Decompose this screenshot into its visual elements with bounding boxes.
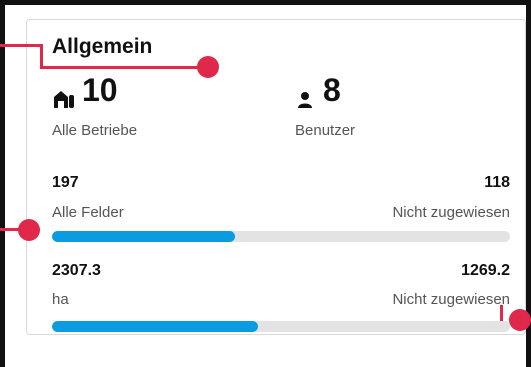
farms-count: 10 [82,72,118,108]
area-unassigned: 1269.2 [461,262,510,279]
users-label: Benutzer [295,122,356,139]
farms-stat: 10 [52,72,118,109]
fields-unassigned: 118 [484,174,510,191]
area-callout-line [500,305,503,321]
area-progress-bar [52,321,510,332]
fields-unassigned-label: Nicht zugewiesen [392,204,510,221]
area-unit-label: ha [52,291,69,308]
area-callout-marker [509,309,531,331]
area-total: 2307.3 [52,262,101,279]
fields-progress-bar [52,231,510,242]
area-progress-fill [52,321,259,332]
card-title: Allgemein [52,35,153,58]
fields-total: 197 [52,174,79,191]
farms-label: Alle Betriebe [52,122,138,139]
fields-progress-fill [52,231,236,242]
title-callout-line-horizontal [40,66,206,69]
user-icon [295,80,315,108]
title-callout-line [0,44,42,47]
fields-total-label: Alle Felder [52,204,124,221]
area-unassigned-label: Nicht zugewiesen [392,291,510,308]
users-stat: 8 [295,72,341,109]
fields-callout-marker [18,219,40,241]
users-count: 8 [323,72,341,108]
title-callout-marker [197,56,219,78]
farm-icon [52,80,76,108]
